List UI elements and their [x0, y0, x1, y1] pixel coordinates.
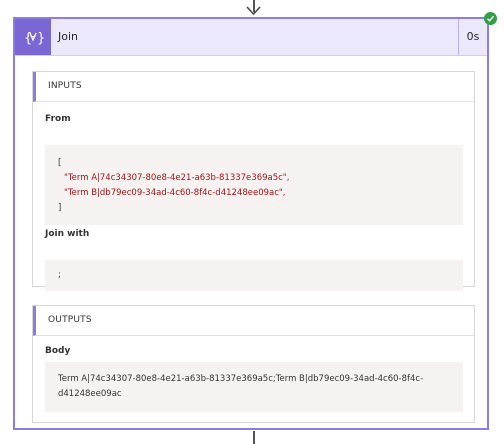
join-with-value: ; — [45, 260, 463, 291]
from-item: "Term B|db79ec09-34ad-4c60-8f4c-d41248ee… — [64, 188, 286, 198]
join-with-label: Join with — [45, 229, 90, 239]
outputs-section: OUTPUTS Body Term A|74c34307-80e8-4e21-a… — [32, 305, 475, 423]
body-label: Body — [45, 346, 71, 356]
check-circle-icon — [484, 12, 497, 25]
from-label: From — [45, 114, 71, 124]
from-item: "Term A|74c34307-80e8-4e21-a63b-81337e36… — [64, 173, 290, 183]
action-duration: 0s — [458, 19, 487, 55]
inputs-section-title: INPUTS — [33, 72, 474, 102]
from-close-bracket: ] — [58, 203, 62, 213]
data-operation-icon: { } — [15, 19, 51, 55]
outputs-section-title: OUTPUTS — [33, 306, 474, 336]
action-card-join: { } Join 0s INPUTS From [ "Term A|74c343… — [13, 17, 489, 430]
from-value: [ "Term A|74c34307-80e8-4e21-a63b-81337e… — [45, 145, 463, 225]
from-open-bracket: [ — [58, 158, 62, 168]
body-value: Term A|74c34307-80e8-4e21-a63b-81337e369… — [45, 362, 463, 412]
action-title: Join — [58, 30, 79, 43]
svg-text:{: { — [24, 31, 32, 46]
flow-connector-bottom — [253, 431, 255, 444]
arrow-down-icon — [246, 6, 261, 16]
action-header[interactable]: { } Join 0s — [15, 19, 487, 56]
inputs-section: INPUTS From [ "Term A|74c34307-80e8-4e21… — [32, 71, 475, 291]
svg-text:}: } — [37, 31, 44, 46]
